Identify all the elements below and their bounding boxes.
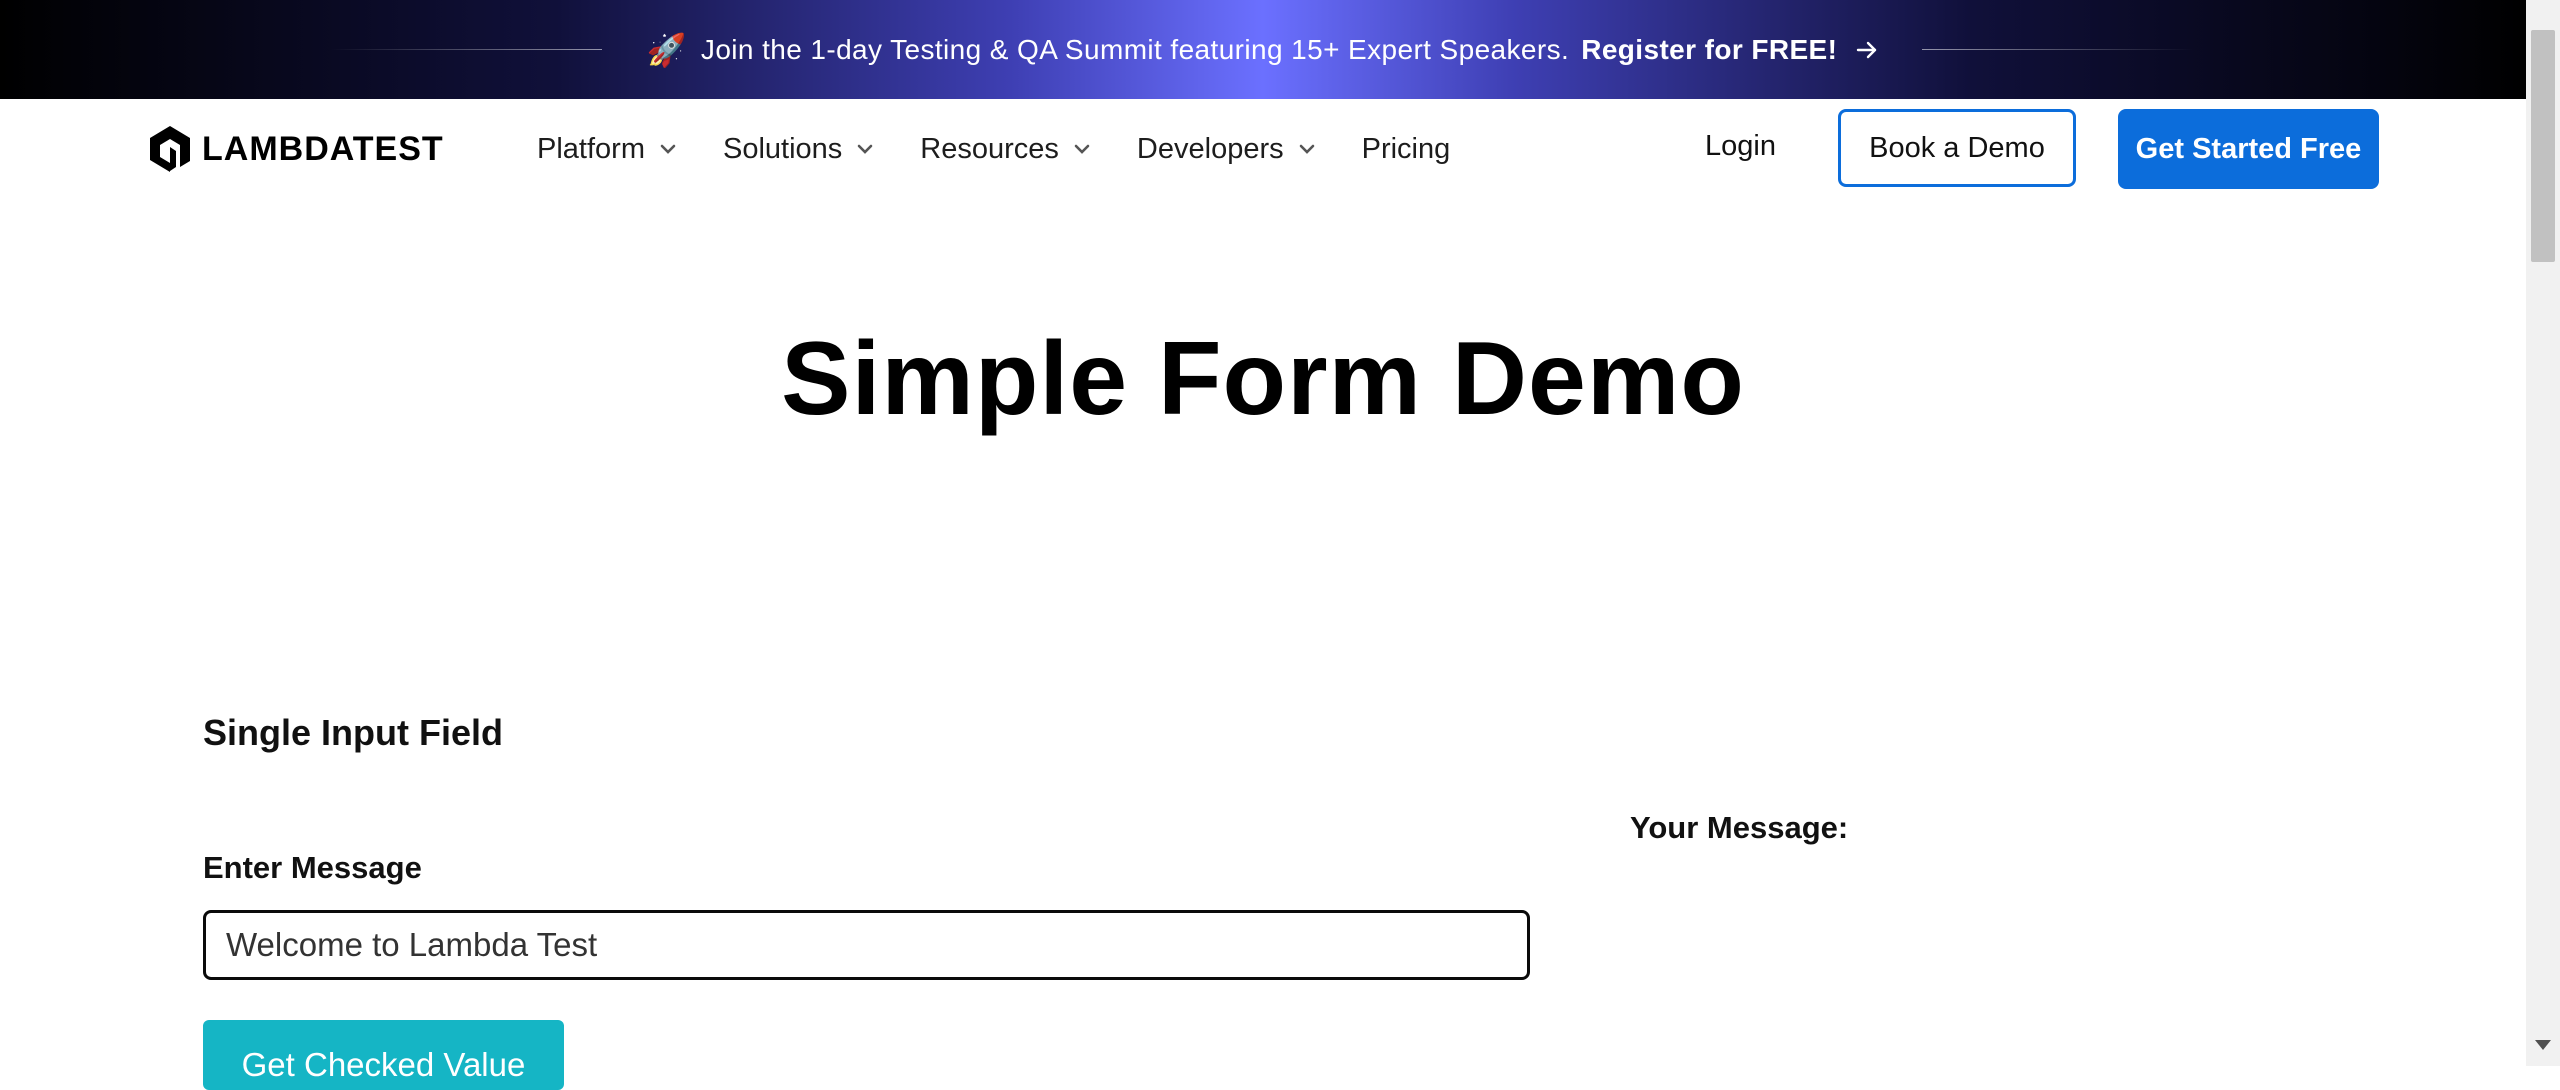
- get-started-button[interactable]: Get Started Free: [2118, 109, 2379, 189]
- nav-item-platform[interactable]: Platform: [537, 133, 677, 166]
- book-demo-button[interactable]: Book a Demo: [1838, 109, 2076, 187]
- vertical-scrollbar[interactable]: [2526, 0, 2560, 1066]
- banner-text: Join the 1-day Testing & QA Summit featu…: [700, 33, 1570, 65]
- chevron-down-icon: [660, 144, 676, 154]
- nav-item-resources[interactable]: Resources: [920, 133, 1091, 166]
- top-navigation: LAMBDATEST Platform Solutions Resources …: [0, 99, 2526, 199]
- nav-item-developers[interactable]: Developers: [1137, 133, 1316, 166]
- rocket-icon: 🚀: [646, 31, 687, 68]
- enter-message-label: Enter Message: [203, 850, 422, 885]
- message-input[interactable]: [203, 910, 1530, 980]
- login-link[interactable]: Login: [1705, 130, 1776, 163]
- nav-item-label: Pricing: [1361, 132, 1451, 165]
- announcement-banner[interactable]: 🚀 Join the 1-day Testing & QA Summit fea…: [0, 0, 2526, 99]
- nav-item-solutions[interactable]: Solutions: [723, 133, 874, 166]
- arrow-right-icon: [1857, 41, 1877, 58]
- chevron-down-icon: [857, 144, 873, 154]
- banner-divider-right: [1922, 49, 2194, 50]
- nav-item-label: Solutions: [722, 132, 843, 165]
- get-checked-value-button[interactable]: Get Checked Value: [203, 1020, 564, 1090]
- banner-divider-left: [330, 49, 602, 50]
- scrollbar-thumb[interactable]: [2531, 30, 2555, 262]
- nav-item-label: Resources: [920, 132, 1059, 165]
- nav-item-label: Developers: [1136, 132, 1284, 165]
- page-title: Simple Form Demo: [781, 321, 1745, 437]
- main-menu: Platform Solutions Resources Developers …: [537, 99, 1496, 199]
- lambdatest-logo-icon: [150, 126, 190, 172]
- nav-item-label: Platform: [537, 132, 645, 165]
- lambdatest-logo[interactable]: LAMBDATEST: [146, 123, 444, 175]
- scroll-down-arrow-icon[interactable]: [2535, 1040, 2551, 1050]
- logo-wordmark: LAMBDATEST: [202, 129, 444, 168]
- nav-item-pricing[interactable]: Pricing: [1362, 133, 1451, 166]
- section-title: Single Input Field: [203, 712, 503, 753]
- banner-message[interactable]: 🚀 Join the 1-day Testing & QA Summit fea…: [647, 31, 1880, 69]
- banner-register-link[interactable]: Register for FREE!: [1581, 34, 1837, 66]
- your-message-label: Your Message:: [1630, 810, 1849, 845]
- chevron-down-icon: [1299, 144, 1314, 154]
- chevron-down-icon: [1074, 144, 1090, 154]
